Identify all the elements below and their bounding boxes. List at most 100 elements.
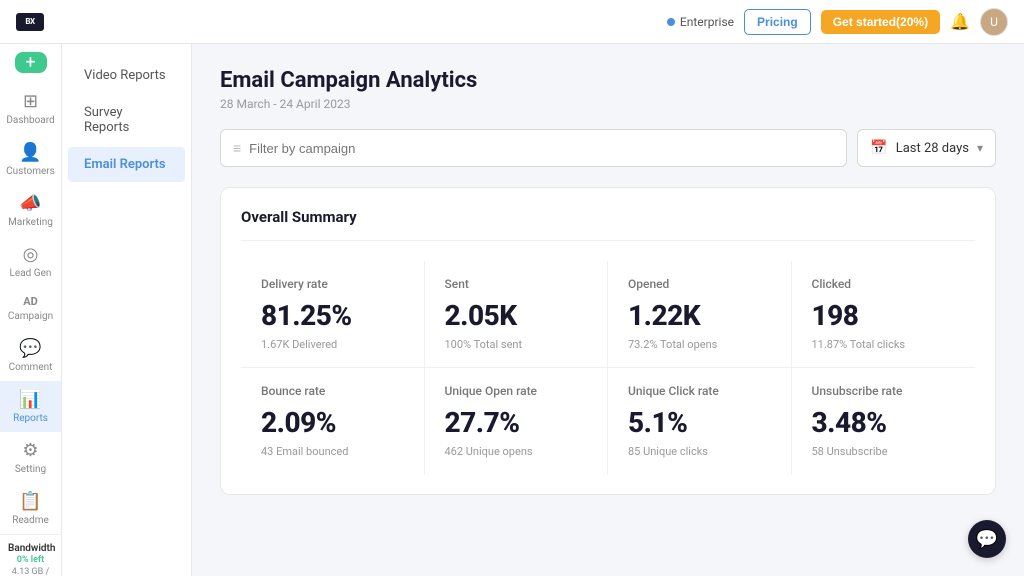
sidebar-label-setting: Setting [15, 464, 46, 475]
sidebar-item-marketing[interactable]: 📣 Marketing [0, 185, 61, 236]
stat-label: Unsubscribe rate [812, 384, 956, 398]
stat-value: 27.7% [445, 406, 588, 439]
stat-sub: 43 Email bounced [261, 445, 404, 458]
page-subtitle: 28 March - 24 April 2023 [220, 97, 996, 111]
stat-sub: 462 Unique opens [445, 445, 588, 458]
stats-grid: Delivery rate 81.25% 1.67K Delivered Sen… [241, 261, 975, 474]
sidebar-item-setting[interactable]: ⚙ Setting [0, 432, 61, 483]
reports-icon: 📊 [19, 389, 41, 410]
stat-value: 2.09% [261, 406, 404, 439]
stat-value: 81.25% [261, 299, 404, 332]
top-bar: BX Enterprise Pricing Get started(20%) 🔔… [0, 0, 1024, 44]
comment-icon: 💬 [19, 338, 41, 359]
stat-sub: 100% Total sent [445, 338, 588, 351]
stat-cell: Unique Click rate 5.1% 85 Unique clicks [608, 368, 792, 474]
leadgen-icon: ◎ [23, 244, 39, 265]
filter-icon: ≡ [233, 140, 241, 157]
sidebar-label-campaign: Campaign [8, 311, 53, 322]
plus-icon: + [25, 52, 35, 73]
readme-icon: 📋 [19, 491, 41, 512]
stat-value: 198 [812, 299, 956, 332]
sidebar-item-leadgen[interactable]: ◎ Lead Gen [0, 236, 61, 287]
stat-label: Bounce rate [261, 384, 404, 398]
customers-icon: 👤 [19, 142, 41, 163]
sidebar-item-dashboard[interactable]: ⊞ Dashboard [0, 83, 61, 134]
stat-cell: Sent 2.05K 100% Total sent [425, 261, 609, 368]
stat-cell: Clicked 198 11.87% Total clicks [792, 261, 976, 368]
sidebar-label-leadgen: Lead Gen [10, 268, 52, 279]
subnav-survey-reports[interactable]: Survey Reports [68, 95, 185, 145]
main-content: Email Campaign Analytics 28 March - 24 A… [192, 44, 1024, 576]
stat-value: 3.48% [812, 406, 956, 439]
sidebar-item-campaign[interactable]: AD Campaign [0, 287, 61, 330]
filter-input-wrap: ≡ [220, 129, 847, 167]
stat-cell: Delivery rate 81.25% 1.67K Delivered [241, 261, 425, 368]
stat-cell: Bounce rate 2.09% 43 Email bounced [241, 368, 425, 474]
stat-sub: 85 Unique clicks [628, 445, 771, 458]
stat-label: Delivery rate [261, 277, 404, 291]
filter-input[interactable] [249, 141, 834, 156]
sidebar-label-reports: Reports [13, 413, 48, 424]
stat-label: Unique Click rate [628, 384, 771, 398]
stat-label: Opened [628, 277, 771, 291]
date-filter[interactable]: 📅 Last 28 days ▾ [857, 129, 996, 167]
avatar[interactable]: U [980, 8, 1008, 36]
chat-icon: 💬 [976, 529, 998, 550]
sidebar-label-customers: Customers [6, 166, 55, 177]
stat-sub: 1.67K Delivered [261, 338, 404, 351]
stat-value: 5.1% [628, 406, 771, 439]
chat-fab[interactable]: 💬 [968, 520, 1006, 558]
sidebar-bottom: Bandwidth 0% left 4.13 GB / 81.84 PB [0, 534, 61, 576]
stat-cell: Unsubscribe rate 3.48% 58 Unsubscribe [792, 368, 976, 474]
stat-label: Clicked [812, 277, 956, 291]
stat-sub: 58 Unsubscribe [812, 445, 956, 458]
stat-label: Sent [445, 277, 588, 291]
bandwidth-free-label: 0% left [17, 555, 44, 565]
stat-value: 2.05K [445, 299, 588, 332]
sidebar-item-readme[interactable]: 📋 Readme [0, 483, 61, 534]
date-filter-label: Last 28 days [896, 141, 969, 156]
stat-value: 1.22K [628, 299, 771, 332]
dashboard-icon: ⊞ [23, 91, 38, 112]
pricing-button[interactable]: Pricing [744, 9, 811, 35]
enterprise-badge: Enterprise [667, 15, 734, 29]
page-title: Email Campaign Analytics [220, 68, 996, 93]
campaign-icon: AD [23, 295, 38, 308]
get-started-button[interactable]: Get started(20%) [821, 10, 940, 34]
stat-label: Unique Open rate [445, 384, 588, 398]
sidebar-label-comment: Comment [9, 362, 53, 373]
setting-icon: ⚙ [22, 440, 38, 461]
sidebar-label-dashboard: Dashboard [6, 115, 54, 126]
bell-icon[interactable]: 🔔 [950, 12, 970, 31]
calendar-icon: 📅 [870, 140, 887, 156]
content-area: Video Reports Survey Reports Email Repor… [62, 44, 1024, 576]
add-button[interactable]: + [15, 52, 47, 73]
subnav-email-reports[interactable]: Email Reports [68, 147, 185, 182]
stat-cell: Opened 1.22K 73.2% Total opens [608, 261, 792, 368]
stat-cell: Unique Open rate 27.7% 462 Unique opens [425, 368, 609, 474]
chevron-down-icon: ▾ [977, 141, 983, 155]
sidebar-item-comment[interactable]: 💬 Comment [0, 330, 61, 381]
bandwidth-label: Bandwidth 0% left [8, 543, 53, 565]
sidebar: + ⊞ Dashboard 👤 Customers 📣 Marketing ◎ … [0, 44, 62, 576]
sidebar-label-marketing: Marketing [8, 217, 53, 228]
summary-card: Overall Summary Delivery rate 81.25% 1.6… [220, 187, 996, 495]
logo-text: BX [25, 17, 34, 26]
sub-nav: Video Reports Survey Reports Email Repor… [62, 44, 192, 576]
sidebar-item-reports[interactable]: 📊 Reports [0, 381, 61, 432]
marketing-icon: 📣 [19, 193, 41, 214]
stat-sub: 73.2% Total opens [628, 338, 771, 351]
bandwidth-value: 4.13 GB / 81.84 PB [8, 567, 53, 576]
main-area: + ⊞ Dashboard 👤 Customers 📣 Marketing ◎ … [0, 44, 1024, 576]
app-container: BX Enterprise Pricing Get started(20%) 🔔… [0, 0, 1024, 576]
subnav-video-reports[interactable]: Video Reports [68, 58, 185, 93]
summary-title: Overall Summary [241, 208, 975, 241]
top-bar-left: BX [16, 13, 44, 31]
stat-sub: 11.87% Total clicks [812, 338, 956, 351]
sidebar-item-customers[interactable]: 👤 Customers [0, 134, 61, 185]
filter-bar: ≡ 📅 Last 28 days ▾ [220, 129, 996, 167]
enterprise-label: Enterprise [680, 15, 734, 29]
logo: BX [16, 13, 44, 31]
bandwidth-section: Bandwidth 0% left 4.13 GB / 81.84 PB [0, 534, 61, 576]
enterprise-dot-icon [667, 18, 675, 26]
